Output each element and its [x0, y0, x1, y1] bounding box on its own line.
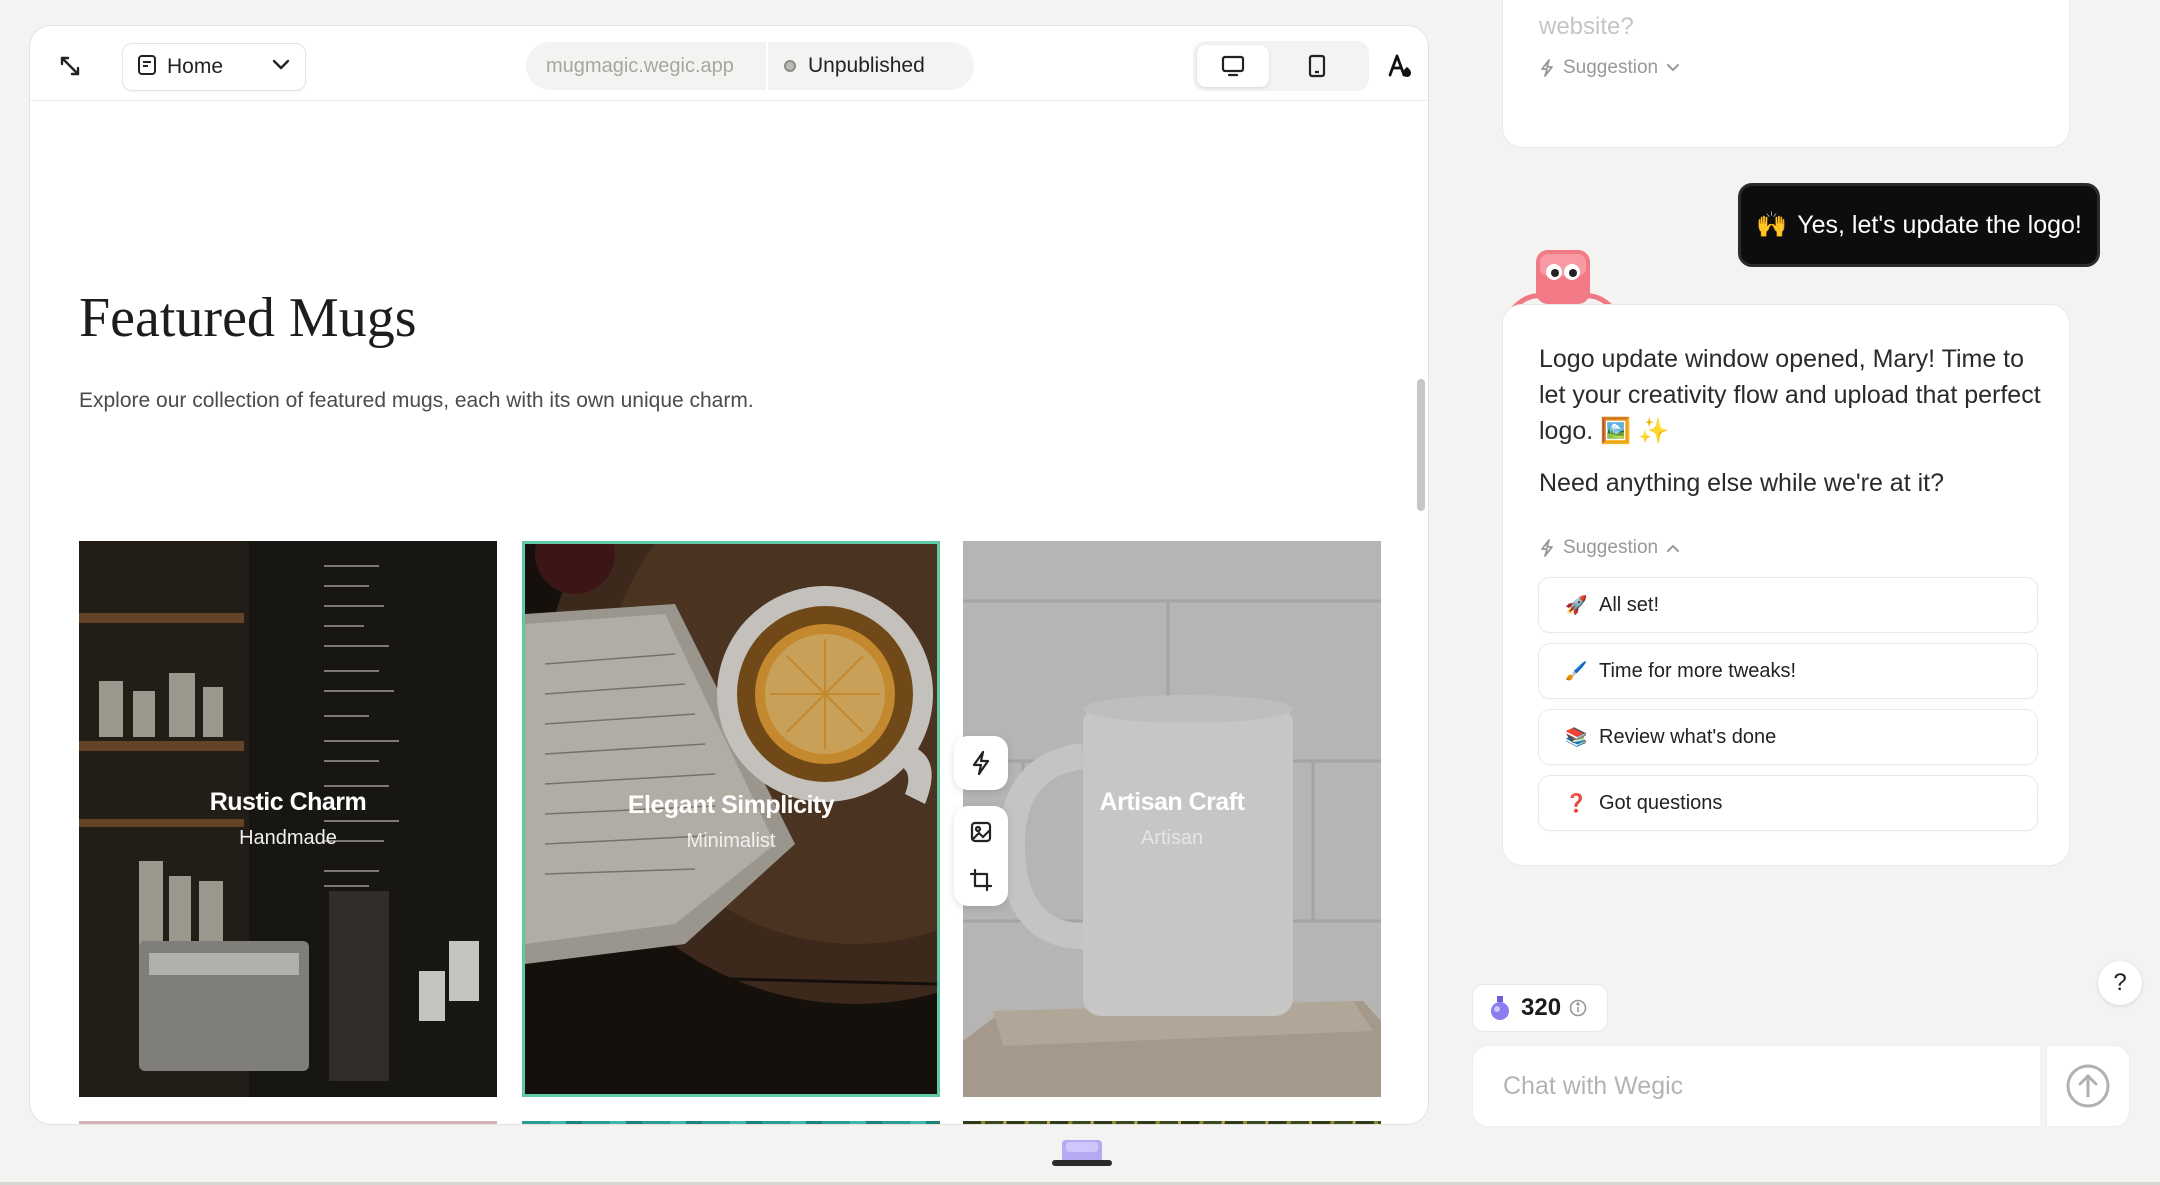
- user-message-text: Yes, let's update the logo!: [1797, 210, 2082, 239]
- card-title: Elegant Simplicity: [627, 791, 835, 819]
- help-button[interactable]: ?: [2098, 961, 2142, 1005]
- card-caption: Artisan Craft Artisan: [963, 788, 1381, 850]
- crop-icon[interactable]: [964, 863, 998, 897]
- mug-card-grass[interactable]: [963, 1121, 1381, 1124]
- lightning-icon: [972, 750, 990, 776]
- card-tag: Minimalist: [686, 830, 776, 852]
- mug-card-teal-wood[interactable]: [522, 1121, 940, 1124]
- mascot-peek-icon: [1052, 1140, 1112, 1166]
- credits-count: 320: [1521, 994, 1562, 1021]
- desktop-icon: [1221, 55, 1245, 77]
- chat-input[interactable]: [1503, 1071, 2040, 1101]
- suggestion-toggle[interactable]: Suggestion: [1539, 537, 1680, 559]
- preview-toolbar: Home mugmagic.wegic.app Unpublished: [30, 26, 1428, 101]
- card-title: Rustic Charm: [209, 788, 367, 816]
- question-mark-icon: ❓: [1565, 792, 1588, 813]
- suggestion-all-set[interactable]: 🚀 All set!: [1538, 577, 2038, 633]
- books-icon: 📚: [1565, 726, 1588, 747]
- mug-card-rustic-charm[interactable]: Rustic Charm Handmade: [79, 541, 497, 1097]
- lightning-icon: [1541, 539, 1553, 557]
- publish-status-label: Unpublished: [808, 54, 925, 77]
- suggestion-review[interactable]: 📚 Review what's done: [1538, 709, 2038, 765]
- preview-scrollbar[interactable]: [1417, 379, 1425, 511]
- assistant-message: Logo update window opened, Mary! Time to…: [1502, 304, 2070, 866]
- suggestion-text: Got questions: [1599, 791, 1723, 814]
- image-tool-group: [954, 806, 1008, 906]
- image-tools: [954, 736, 1008, 906]
- ai-edit-button[interactable]: [954, 736, 1008, 790]
- chevron-down-icon: [1667, 64, 1680, 72]
- previous-message-text: website?: [1539, 13, 1634, 40]
- site-url[interactable]: mugmagic.wegic.app: [526, 55, 766, 78]
- suggestion-questions[interactable]: ❓ Got questions: [1538, 775, 2038, 831]
- previous-assistant-message: website? Suggestion: [1502, 0, 2070, 148]
- info-icon[interactable]: [1569, 999, 1587, 1017]
- brush-icon: 🖌️: [1565, 660, 1588, 681]
- lightning-icon: [1541, 59, 1553, 77]
- suggestion-text: Review what's done: [1599, 725, 1777, 748]
- card-title: Artisan Craft: [1099, 788, 1245, 816]
- user-message: 🙌 Yes, let's update the logo!: [1738, 183, 2100, 267]
- rocket-icon: 🚀: [1565, 594, 1588, 615]
- suggestion-text: All set!: [1599, 593, 1660, 616]
- site-url-bar: mugmagic.wegic.app Unpublished: [526, 42, 974, 90]
- assistant-message-paragraph: Logo update window opened, Mary! Time to…: [1539, 345, 2041, 445]
- font-style-icon[interactable]: [1381, 46, 1421, 86]
- page-selector[interactable]: Home: [122, 43, 306, 91]
- suggestion-label: Suggestion: [1563, 57, 1659, 78]
- desktop-view-button[interactable]: [1197, 45, 1269, 87]
- send-button[interactable]: [2046, 1045, 2130, 1127]
- chat-input-box[interactable]: [1472, 1045, 2040, 1127]
- status-dot-icon: [784, 60, 796, 72]
- suggestion-text: Time for more tweaks!: [1599, 659, 1797, 682]
- tablet-view-button[interactable]: [1281, 45, 1353, 87]
- mug-card-pink[interactable]: [79, 1121, 497, 1124]
- page-selector-label: Home: [167, 55, 224, 78]
- arrow-up-icon: [2066, 1064, 2110, 1108]
- publish-status[interactable]: Unpublished: [768, 54, 925, 78]
- credits-badge[interactable]: 320: [1472, 984, 1608, 1032]
- card-tag: Artisan: [1140, 827, 1204, 849]
- chevron-down-icon: [271, 58, 291, 77]
- user-message-emoji: 🙌: [1756, 210, 1788, 239]
- card-caption: Elegant Simplicity Minimalist: [525, 791, 937, 853]
- expand-icon[interactable]: [50, 46, 90, 86]
- replace-image-icon[interactable]: [964, 815, 998, 849]
- mug-card-artisan-craft[interactable]: Artisan Craft Artisan: [963, 541, 1381, 1097]
- suggestion-more-tweaks[interactable]: 🖌️ Time for more tweaks!: [1538, 643, 2038, 699]
- assistant-message-paragraph: Need anything else while we're at it?: [1539, 469, 1945, 497]
- potion-icon: [1491, 996, 1509, 1020]
- preview-content: Featured Mugs Explore our collection of …: [30, 101, 1428, 1124]
- page-icon: [137, 54, 157, 81]
- site-preview-window: Home mugmagic.wegic.app Unpublished Feat…: [29, 25, 1429, 1125]
- card-caption: Rustic Charm Handmade: [79, 788, 497, 850]
- suggestion-toggle[interactable]: Suggestion: [1539, 57, 1680, 79]
- section-subtitle: Explore our collection of featured mugs,…: [79, 389, 754, 412]
- suggestion-label: Suggestion: [1563, 537, 1659, 558]
- card-tag: Handmade: [239, 827, 337, 849]
- mug-card-elegant-simplicity[interactable]: Elegant Simplicity Minimalist: [522, 541, 940, 1097]
- section-title: Featured Mugs: [79, 287, 417, 349]
- device-toggle: [1193, 41, 1369, 91]
- chevron-up-icon: [1667, 544, 1680, 552]
- tablet-icon: [1308, 54, 1326, 78]
